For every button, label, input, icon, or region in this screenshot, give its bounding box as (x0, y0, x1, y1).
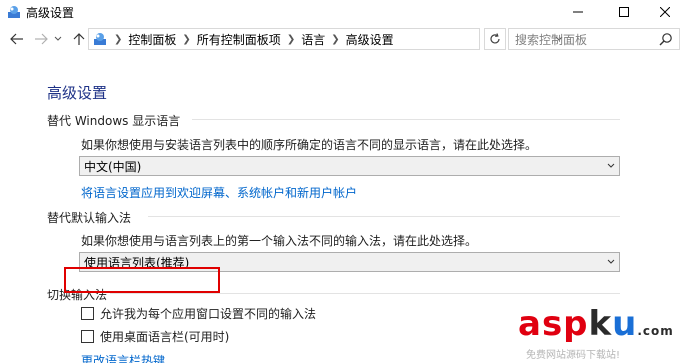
breadcrumb-all-items[interactable]: 所有控制面板项 (197, 31, 281, 48)
forward-button[interactable] (32, 30, 50, 48)
breadcrumb-language[interactable]: 语言 (301, 31, 325, 48)
chevron-right-icon[interactable]: ❯ (182, 34, 190, 45)
control-panel-app-icon (6, 4, 22, 20)
address-bar[interactable]: ❯ 控制面板 ❯ 所有控制面板项 ❯ 语言 ❯ 高级设置 (88, 28, 563, 50)
page-title: 高级设置 (47, 84, 108, 102)
search-input[interactable]: 搜索控制面板 (508, 28, 680, 50)
minimize-button[interactable] (555, 0, 601, 24)
chevron-down-icon (603, 157, 619, 175)
section-divider (192, 119, 620, 120)
section-title-input-method: 替代默认输入法 (47, 211, 132, 225)
navigation-bar: ❯ 控制面板 ❯ 所有控制面板项 ❯ 语言 ❯ 高级设置 搜索控制面板 (0, 24, 685, 54)
watermark: aspku.com 免费网站源码下载站! (518, 304, 685, 363)
refresh-button[interactable] (484, 28, 506, 50)
section-title-display-language: 替代 Windows 显示语言 (47, 114, 181, 128)
chevron-right-icon[interactable]: ❯ (331, 34, 339, 45)
chevron-down-icon (603, 253, 619, 271)
watermark-subtitle: 免费网站源码下载站! (526, 350, 621, 361)
per-app-input-label[interactable]: 允许我为每个应用窗口设置不同的输入法 (100, 305, 316, 322)
chevron-right-icon[interactable]: ❯ (287, 34, 295, 45)
search-icon[interactable] (659, 32, 673, 46)
desktop-language-bar-option[interactable]: 使用桌面语言栏(可用时) (81, 328, 229, 345)
desktop-language-bar-checkbox[interactable] (81, 330, 94, 343)
breadcrumb-advanced-settings[interactable]: 高级设置 (346, 31, 394, 48)
display-language-select[interactable]: 中文(中国) (79, 156, 620, 176)
per-app-input-checkbox[interactable] (81, 307, 94, 320)
per-app-input-option[interactable]: 允许我为每个应用窗口设置不同的输入法 (81, 305, 316, 322)
search-placeholder: 搜索控制面板 (515, 32, 588, 47)
desktop-language-bar-label[interactable]: 使用桌面语言栏(可用时) (100, 328, 229, 345)
chevron-right-icon: ❯ (114, 33, 123, 45)
display-language-value: 中文(中国) (84, 159, 142, 174)
recent-locations-chevron-down-icon[interactable] (52, 30, 64, 48)
window-title: 高级设置 (26, 6, 75, 20)
highlight-box (64, 267, 220, 293)
input-method-description: 如果你想使用与语言列表上的第一个输入法不同的输入法，请在此处选择。 (81, 234, 478, 248)
apply-language-settings-link[interactable]: 将语言设置应用到欢迎屏幕、系统帐户和新用户帐户 (81, 184, 357, 201)
back-button[interactable] (8, 30, 26, 48)
section-divider (148, 216, 620, 217)
display-language-description: 如果你想使用与安装语言列表中的顺序所确定的语言不同的显示语言，请在此处选择。 (81, 138, 538, 152)
up-button[interactable] (70, 30, 88, 48)
change-language-bar-hotkeys-link[interactable]: 更改语言栏热键 (81, 352, 165, 363)
maximize-button[interactable] (601, 0, 647, 24)
watermark-logo: aspku.com (518, 304, 674, 344)
close-button[interactable] (645, 0, 685, 24)
control-panel-icon (92, 31, 108, 47)
refresh-icon (490, 33, 500, 44)
breadcrumb-control-panel[interactable]: 控制面板 (128, 31, 176, 48)
section-divider (110, 293, 620, 294)
title-bar: 高级设置 (0, 0, 685, 24)
